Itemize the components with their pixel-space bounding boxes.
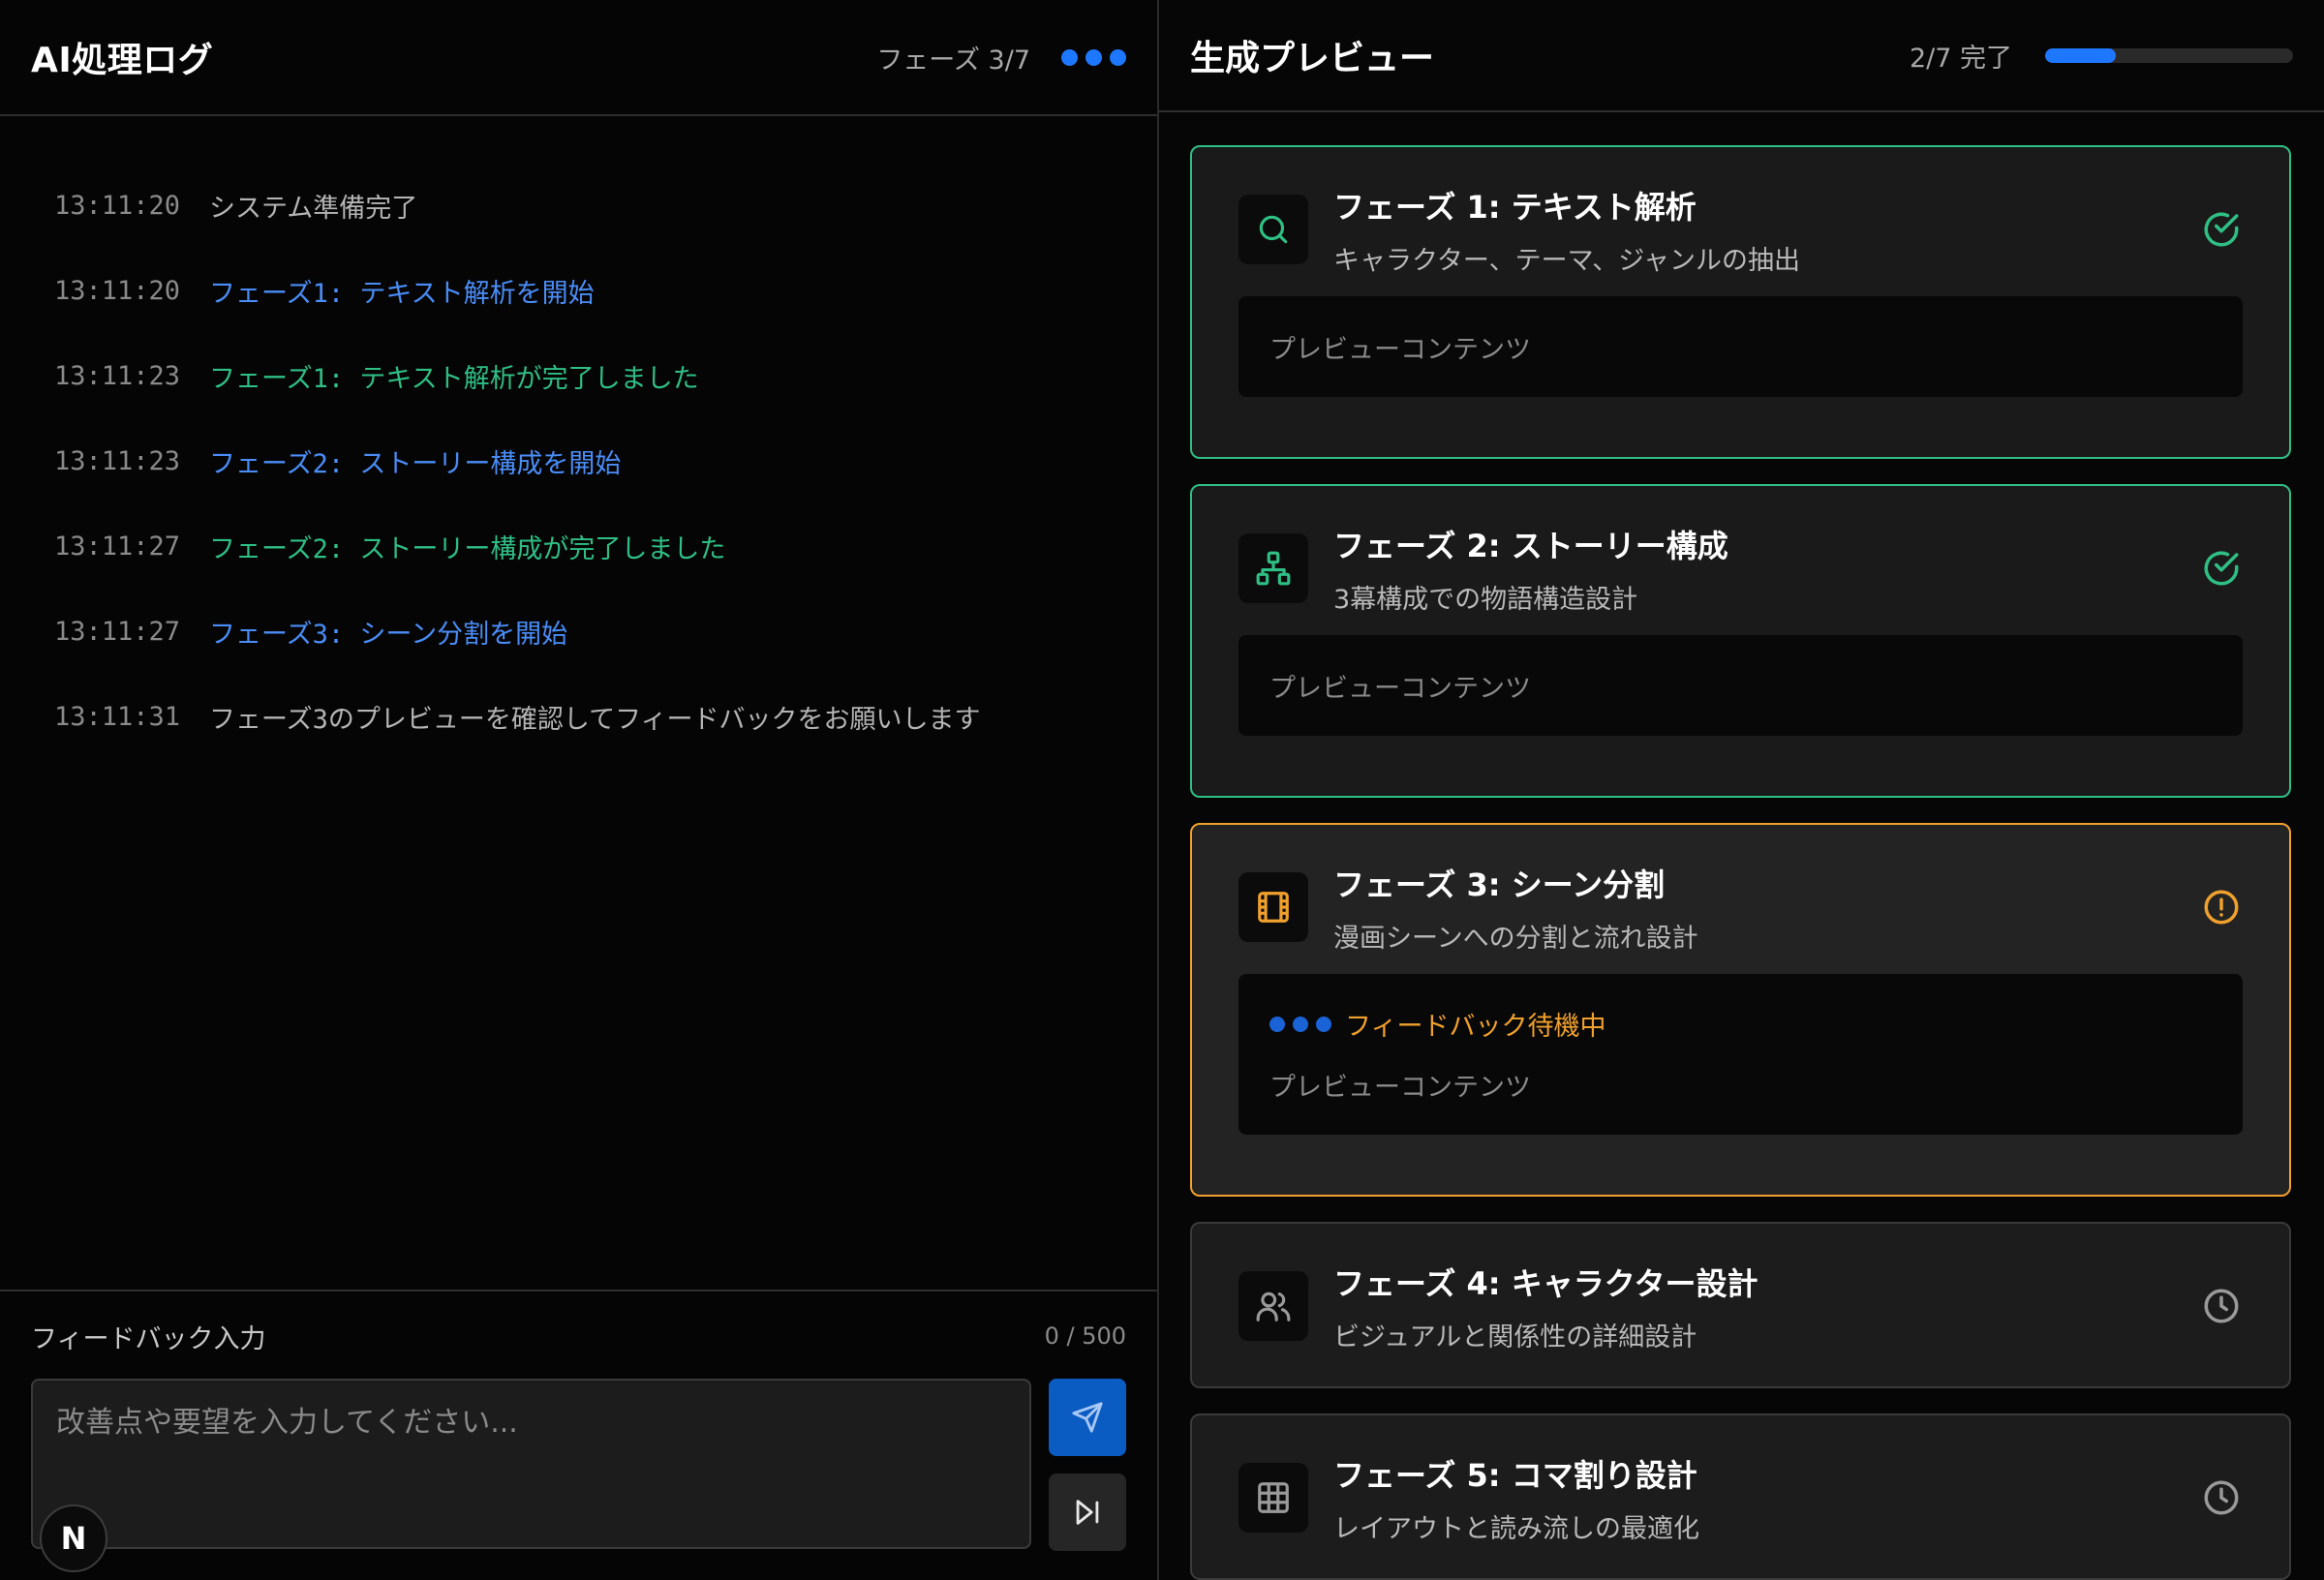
search-icon bbox=[1238, 195, 1308, 264]
log-entry: 13:11:20 フェーズ1: テキスト解析を開始 bbox=[54, 248, 1103, 333]
log-time: 13:11:31 bbox=[54, 701, 181, 732]
preview-text: プレビューコンテンツ bbox=[1269, 1073, 1531, 1103]
phase-card[interactable]: フェーズ 3: シーン分割 漫画シーンへの分割と流れ設計 フィードバック待機中 … bbox=[1190, 823, 2291, 1197]
skip-forward-icon bbox=[1076, 1500, 1099, 1525]
card-description: レイアウトと読み流しの最適化 bbox=[1333, 1513, 1699, 1544]
card-description: ビジュアルと関係性の詳細設計 bbox=[1333, 1322, 1697, 1352]
preview-text: プレビューコンテンツ bbox=[1269, 673, 1531, 704]
preview-content: フィードバック待機中 プレビューコンテンツ bbox=[1238, 974, 2243, 1135]
preview-text: プレビューコンテンツ bbox=[1269, 334, 1531, 365]
grid-icon bbox=[1238, 1463, 1308, 1533]
users-icon bbox=[1238, 1271, 1308, 1341]
card-text: フェーズ 3: シーン分割 漫画シーンへの分割と流れ設計 bbox=[1333, 861, 2200, 955]
card-title: フェーズ 3: シーン分割 bbox=[1333, 866, 1666, 903]
card-text: フェーズ 2: ストーリー構成 3幕構成での物語構造設計 bbox=[1333, 522, 2200, 616]
feedback-row bbox=[31, 1379, 1126, 1551]
phase-indicator: フェーズ 3/7 bbox=[876, 39, 1126, 76]
alert-circle-icon bbox=[2200, 886, 2243, 928]
log-message: フェーズ2: ストーリー構成が完了しました bbox=[209, 533, 726, 564]
log-time: 13:11:27 bbox=[54, 616, 181, 647]
feedback-input[interactable] bbox=[31, 1379, 1031, 1549]
progress-label: 2/7 完了 bbox=[1909, 43, 2012, 74]
check-circle-icon bbox=[2200, 208, 2243, 251]
phase-card[interactable]: フェーズ 4: キャラクター設計 ビジュアルと関係性の詳細設計 bbox=[1190, 1222, 2291, 1388]
card-description: 3幕構成での物語構造設計 bbox=[1333, 584, 1638, 615]
log-entry: 13:11:27 フェーズ2: ストーリー構成が完了しました bbox=[54, 503, 1103, 589]
log-entry: 13:11:31 フェーズ3のプレビューを確認してフィードバックをお願いします bbox=[54, 674, 1103, 759]
progress-fill bbox=[2045, 47, 2117, 63]
log-message: フェーズ3: シーン分割を開始 bbox=[209, 619, 568, 650]
card-description: キャラクター、テーマ、ジャンルの抽出 bbox=[1333, 245, 1800, 276]
log-entry: 13:11:23 フェーズ2: ストーリー構成を開始 bbox=[54, 418, 1103, 503]
log-message: システム準備完了 bbox=[209, 193, 418, 224]
card-header: フェーズ 4: キャラクター設計 ビジュアルと関係性の詳細設計 bbox=[1238, 1224, 2243, 1388]
phase-card[interactable]: フェーズ 2: ストーリー構成 3幕構成での物語構造設計 プレビューコンテンツ bbox=[1190, 484, 2291, 798]
card-description: 漫画シーンへの分割と流れ設計 bbox=[1333, 923, 1698, 954]
card-text: フェーズ 1: テキスト解析 キャラクター、テーマ、ジャンルの抽出 bbox=[1333, 183, 2200, 277]
film-icon bbox=[1238, 872, 1308, 942]
log-time: 13:11:20 bbox=[54, 275, 181, 306]
card-header: フェーズ 3: シーン分割 漫画シーンへの分割と流れ設計 bbox=[1238, 825, 2243, 989]
check-circle-icon bbox=[2200, 547, 2243, 590]
clock-icon bbox=[2200, 1476, 2243, 1519]
preview-content: プレビューコンテンツ bbox=[1238, 635, 2243, 736]
log-message: フェーズ3のプレビューを確認してフィードバックをお願いします bbox=[209, 704, 981, 735]
log-time: 13:11:23 bbox=[54, 445, 181, 476]
log-time: 13:11:27 bbox=[54, 531, 181, 562]
log-panel: AI処理ログ フェーズ 3/7 13:11:20 システム準備完了 13:11:… bbox=[0, 0, 1159, 1580]
card-text: フェーズ 4: キャラクター設計 ビジュアルと関係性の詳細設計 bbox=[1333, 1260, 2200, 1353]
phase-card[interactable]: フェーズ 5: コマ割り設計 レイアウトと読み流しの最適化 bbox=[1190, 1413, 2291, 1580]
log-entry: 13:11:27 フェーズ3: シーン分割を開始 bbox=[54, 589, 1103, 674]
clock-icon bbox=[2200, 1285, 2243, 1327]
send-icon bbox=[1072, 1402, 1103, 1433]
log-list: 13:11:20 システム準備完了 13:11:20 フェーズ1: テキスト解析… bbox=[0, 116, 1157, 1290]
app-badge[interactable]: N bbox=[40, 1504, 107, 1572]
loading-dots-icon bbox=[1269, 1016, 1331, 1032]
log-entry: 13:11:20 システム準備完了 bbox=[54, 163, 1103, 248]
preview-panel: 生成プレビュー 2/7 完了 フェーズ 1: テキスト解析 キャラクター、テーマ… bbox=[1159, 0, 2324, 1580]
sitemap-icon bbox=[1238, 533, 1308, 603]
waiting-text: フィードバック待機中 bbox=[1345, 1012, 1606, 1042]
preview-title: 生成プレビュー bbox=[1190, 39, 1435, 78]
card-header: フェーズ 5: コマ割り設計 レイアウトと読み流しの最適化 bbox=[1238, 1415, 2243, 1580]
log-message: フェーズ1: テキスト解析が完了しました bbox=[209, 363, 699, 394]
log-header: AI処理ログ フェーズ 3/7 bbox=[0, 0, 1157, 116]
log-entry: 13:11:23 フェーズ1: テキスト解析が完了しました bbox=[54, 333, 1103, 418]
preview-content: プレビューコンテンツ bbox=[1238, 296, 2243, 397]
phase-card[interactable]: フェーズ 1: テキスト解析 キャラクター、テーマ、ジャンルの抽出 プレビューコ… bbox=[1190, 145, 2291, 459]
loading-dots-icon bbox=[1061, 48, 1126, 66]
phase-card-list: フェーズ 1: テキスト解析 キャラクター、テーマ、ジャンルの抽出 プレビューコ… bbox=[1159, 112, 2324, 1580]
preview-header: 生成プレビュー 2/7 完了 bbox=[1159, 0, 2324, 112]
send-button[interactable] bbox=[1049, 1379, 1126, 1456]
feedback-header: フィードバック入力 0 / 500 bbox=[31, 1321, 1126, 1354]
card-header: フェーズ 1: テキスト解析 キャラクター、テーマ、ジャンルの抽出 bbox=[1238, 147, 2243, 312]
card-title: フェーズ 4: キャラクター設計 bbox=[1333, 1264, 1758, 1302]
char-counter: 0 / 500 bbox=[1044, 1322, 1126, 1350]
feedback-actions bbox=[1049, 1379, 1126, 1551]
card-title: フェーズ 1: テキスト解析 bbox=[1333, 188, 1697, 226]
card-title: フェーズ 5: コマ割り設計 bbox=[1333, 1456, 1697, 1494]
waiting-indicator: フィードバック待機中 bbox=[1269, 1005, 2212, 1043]
log-title: AI処理ログ bbox=[31, 41, 214, 80]
progress-bar bbox=[2045, 47, 2293, 63]
card-text: フェーズ 5: コマ割り設計 レイアウトと読み流しの最適化 bbox=[1333, 1451, 2200, 1545]
log-time: 13:11:20 bbox=[54, 190, 181, 221]
skip-button[interactable] bbox=[1049, 1474, 1126, 1551]
feedback-label: フィードバック入力 bbox=[31, 1323, 266, 1354]
log-message: フェーズ1: テキスト解析を開始 bbox=[209, 278, 595, 309]
phase-label: フェーズ 3/7 bbox=[876, 45, 1030, 76]
card-title: フェーズ 2: ストーリー構成 bbox=[1333, 527, 1728, 564]
progress: 2/7 完了 bbox=[1910, 37, 2293, 75]
log-time: 13:11:23 bbox=[54, 360, 181, 391]
log-message: フェーズ2: ストーリー構成を開始 bbox=[209, 448, 622, 479]
feedback-section: フィードバック入力 0 / 500 改善点や要望を入力してください... N bbox=[0, 1290, 1157, 1580]
card-header: フェーズ 2: ストーリー構成 3幕構成での物語構造設計 bbox=[1238, 486, 2243, 651]
